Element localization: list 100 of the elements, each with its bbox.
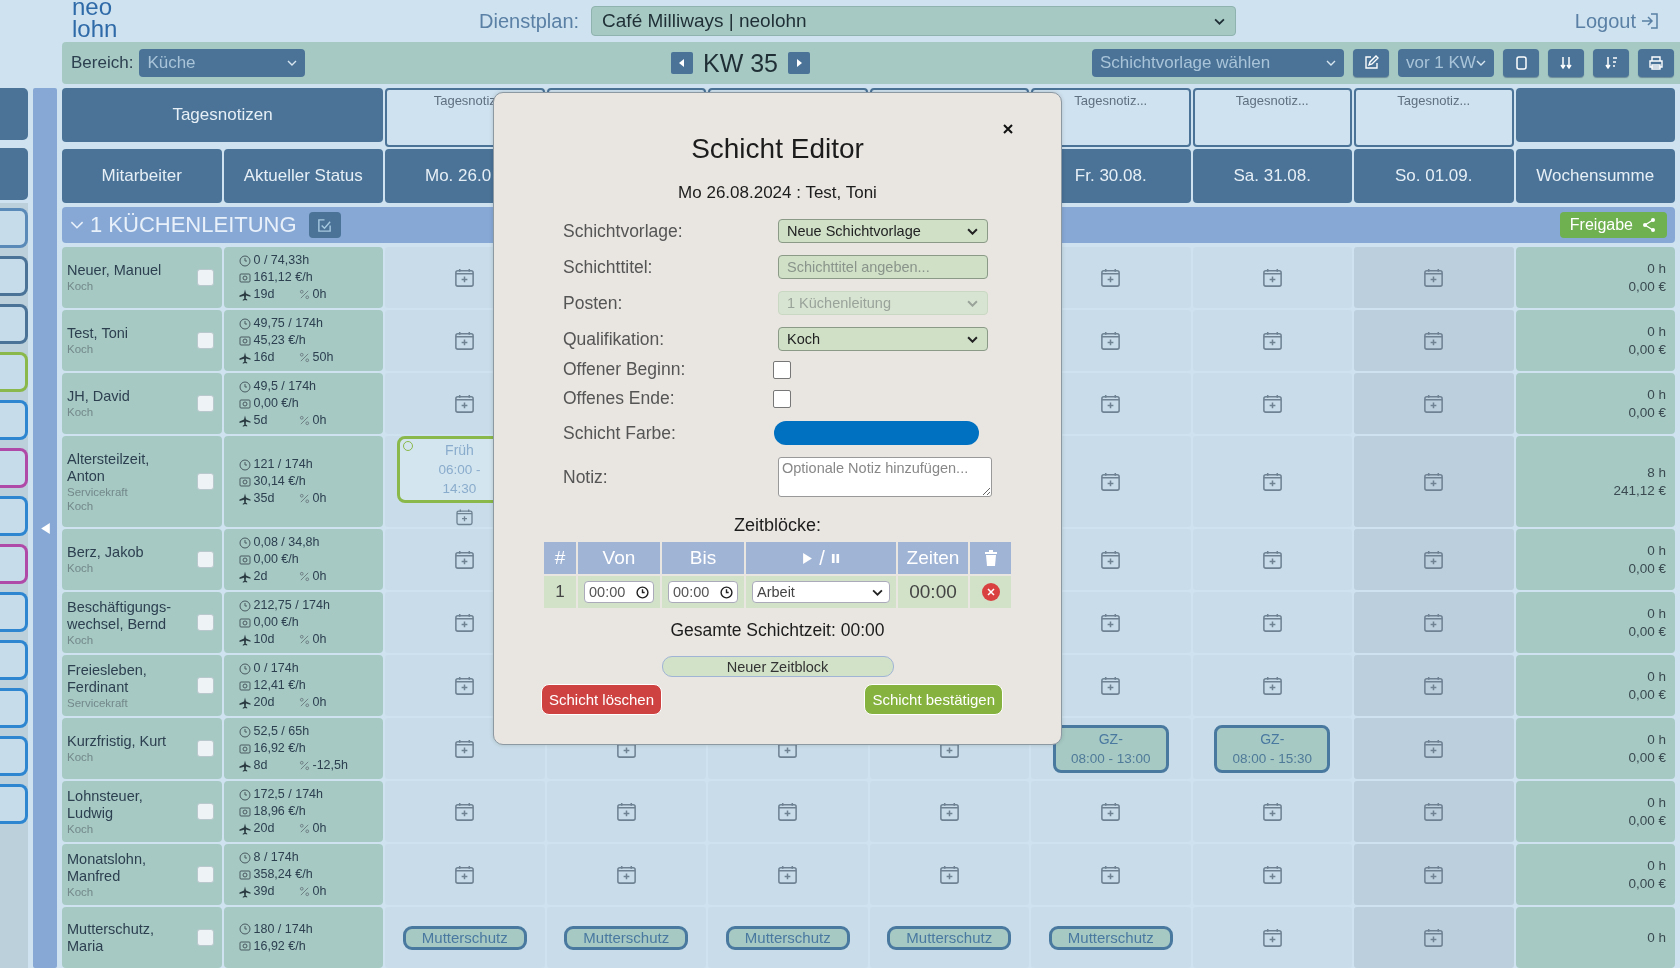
side-card[interactable] bbox=[0, 688, 28, 728]
side-card[interactable] bbox=[0, 352, 28, 392]
calendar-add-icon[interactable] bbox=[1260, 548, 1284, 571]
calendar-add-icon[interactable] bbox=[1422, 737, 1446, 760]
calendar-add-icon[interactable] bbox=[1099, 611, 1123, 634]
calendar-add-icon[interactable] bbox=[1260, 266, 1284, 289]
calendar-add-icon[interactable] bbox=[453, 548, 477, 571]
calendar-add-icon[interactable] bbox=[453, 329, 477, 352]
plan-select[interactable]: Café Milliways | neolohn bbox=[591, 6, 1237, 36]
calendar-add-icon[interactable] bbox=[1422, 392, 1446, 415]
shift-card[interactable]: GZ- 08:00 - 15:30 bbox=[1214, 724, 1331, 773]
checkbox[interactable] bbox=[196, 473, 214, 490]
logout-button[interactable]: Logout bbox=[1568, 8, 1666, 34]
calendar-add-icon[interactable] bbox=[1099, 548, 1123, 571]
calendar-add-icon[interactable] bbox=[614, 863, 638, 886]
shift-card[interactable]: GZ- 08:00 - 13:00 bbox=[1052, 724, 1169, 773]
side-card[interactable] bbox=[0, 496, 28, 536]
calendar-add-icon[interactable] bbox=[453, 611, 477, 634]
calendar-add-icon[interactable] bbox=[1260, 611, 1284, 634]
day-note-field[interactable]: Tagesnotiz... bbox=[1354, 88, 1514, 147]
checkbox[interactable] bbox=[196, 395, 214, 412]
remove-icon[interactable] bbox=[981, 583, 1000, 601]
side-card[interactable] bbox=[0, 736, 28, 776]
checkbox[interactable] bbox=[196, 551, 214, 568]
side-card[interactable] bbox=[0, 592, 28, 632]
calendar-add-icon[interactable] bbox=[453, 266, 477, 289]
color-picker[interactable] bbox=[774, 421, 979, 445]
print-button[interactable] bbox=[1638, 49, 1674, 77]
calendar-add-icon[interactable] bbox=[937, 800, 961, 823]
side-card[interactable] bbox=[0, 400, 28, 440]
calendar-add-icon[interactable] bbox=[453, 800, 477, 823]
absence-tag[interactable]: Mutterschutz bbox=[887, 925, 1012, 950]
calendar-add-icon[interactable] bbox=[1260, 470, 1284, 493]
calendar-add-icon[interactable] bbox=[1422, 470, 1446, 493]
type-select[interactable]: Arbeit bbox=[752, 581, 890, 603]
sort-down-button[interactable] bbox=[1548, 49, 1584, 77]
note-textarea[interactable]: Optionale Notiz hinzufügen... bbox=[778, 457, 992, 497]
select-all-button[interactable] bbox=[308, 212, 341, 238]
checkbox[interactable] bbox=[196, 929, 214, 946]
checkbox[interactable] bbox=[196, 332, 214, 349]
template-select[interactable]: Schichtvorlage wählen bbox=[1092, 49, 1344, 77]
checkbox[interactable] bbox=[196, 803, 214, 820]
copy-week-select[interactable]: vor 1 KW bbox=[1398, 49, 1494, 77]
calendar-add-icon[interactable] bbox=[453, 737, 477, 760]
calendar-add-icon[interactable] bbox=[1422, 266, 1446, 289]
checkbox[interactable] bbox=[196, 269, 214, 286]
time-input[interactable]: 00:00 bbox=[584, 581, 654, 603]
side-card[interactable] bbox=[0, 304, 28, 344]
calendar-add-icon[interactable] bbox=[1099, 800, 1123, 823]
checkbox[interactable] bbox=[196, 677, 214, 694]
absence-tag[interactable]: Mutterschutz bbox=[725, 925, 850, 950]
calendar-add-icon[interactable] bbox=[776, 863, 800, 886]
calendar-add-icon[interactable] bbox=[453, 863, 477, 886]
calendar-add-icon[interactable] bbox=[937, 863, 961, 886]
copy-button[interactable] bbox=[1503, 49, 1539, 77]
calendar-add-icon[interactable] bbox=[1099, 674, 1123, 697]
time-input[interactable]: 00:00 bbox=[668, 581, 738, 603]
close-button[interactable] bbox=[1001, 122, 1015, 136]
calendar-add-icon[interactable] bbox=[776, 800, 800, 823]
calendar-add-icon[interactable] bbox=[1260, 674, 1284, 697]
calendar-add-icon[interactable] bbox=[453, 392, 477, 415]
area-select[interactable]: Küche bbox=[139, 49, 306, 77]
calendar-add-icon[interactable] bbox=[1422, 611, 1446, 634]
calendar-add-icon[interactable] bbox=[1099, 329, 1123, 352]
calendar-add-icon[interactable] bbox=[1422, 329, 1446, 352]
side-card[interactable] bbox=[0, 208, 28, 248]
side-card[interactable] bbox=[0, 640, 28, 680]
previous-week-button[interactable] bbox=[671, 52, 693, 74]
side-card[interactable] bbox=[0, 256, 28, 296]
calendar-add-icon[interactable] bbox=[1260, 329, 1284, 352]
side-card[interactable] bbox=[0, 544, 28, 584]
calendar-add-icon[interactable] bbox=[453, 674, 477, 697]
absence-tag[interactable]: Mutterschutz bbox=[402, 925, 527, 950]
calendar-add-icon[interactable] bbox=[1260, 926, 1284, 949]
calendar-add-icon[interactable] bbox=[1099, 266, 1123, 289]
select-field[interactable]: Koch bbox=[778, 327, 988, 351]
title-input[interactable]: Schichttitel angeben... bbox=[778, 255, 988, 279]
absence-tag[interactable]: Mutterschutz bbox=[1048, 925, 1173, 950]
absence-tag[interactable]: Mutterschutz bbox=[564, 925, 689, 950]
calendar-add-icon[interactable] bbox=[1099, 392, 1123, 415]
day-note-field[interactable]: Tagesnotiz... bbox=[1192, 88, 1352, 147]
checkbox[interactable] bbox=[196, 614, 214, 631]
checkbox[interactable] bbox=[773, 389, 791, 408]
calendar-add-icon[interactable] bbox=[1260, 392, 1284, 415]
calendar-add-icon[interactable] bbox=[1422, 926, 1446, 949]
calendar-add-icon[interactable] bbox=[614, 800, 638, 823]
side-card[interactable] bbox=[0, 784, 28, 824]
confirm-button[interactable]: Schicht bestätigen bbox=[864, 684, 1003, 715]
delete-button[interactable]: Schicht löschen bbox=[541, 684, 663, 715]
calendar-add-icon[interactable] bbox=[1422, 800, 1446, 823]
checkbox[interactable] bbox=[196, 740, 214, 757]
side-card[interactable] bbox=[0, 448, 28, 488]
sort-up-button[interactable] bbox=[1593, 49, 1629, 77]
chevron-icon[interactable] bbox=[70, 220, 84, 230]
calendar-add-icon[interactable] bbox=[1422, 548, 1446, 571]
calendar-add-icon[interactable] bbox=[1260, 800, 1284, 823]
calendar-add-icon[interactable] bbox=[1422, 863, 1446, 886]
next-week-button[interactable] bbox=[788, 52, 811, 74]
calendar-add-icon[interactable] bbox=[1422, 674, 1446, 697]
checkbox[interactable] bbox=[196, 866, 214, 883]
